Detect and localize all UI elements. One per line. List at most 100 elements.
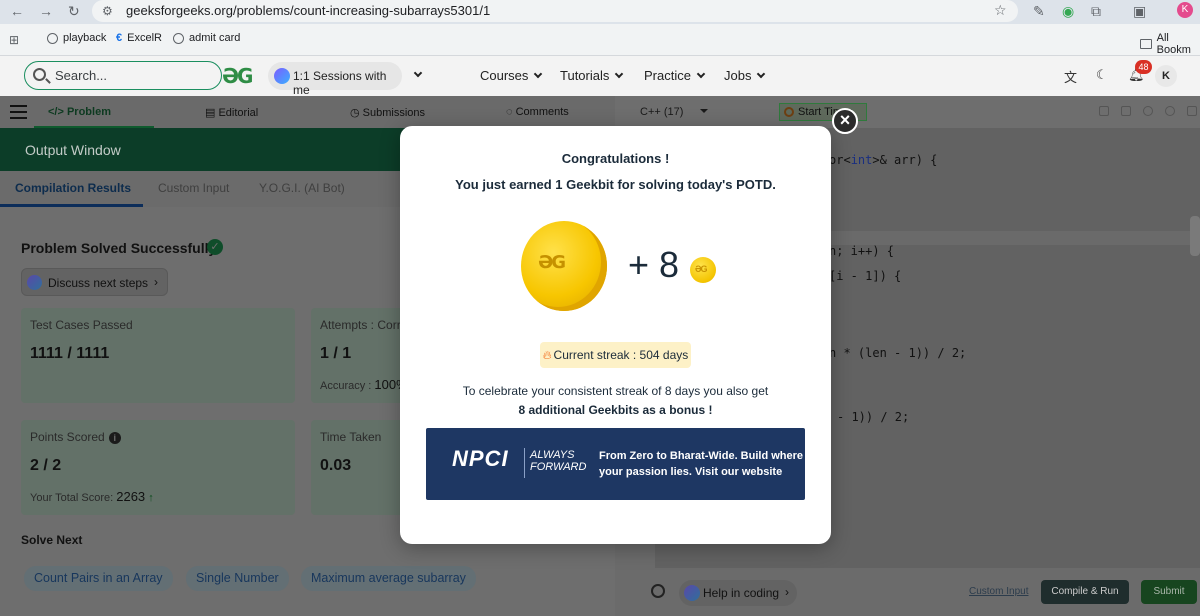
site-settings-icon[interactable]: ⚙ <box>102 4 113 18</box>
bookmark-playback[interactable]: playback <box>47 32 106 44</box>
submit-button[interactable]: Submit <box>1141 580 1197 604</box>
menu-icon[interactable] <box>10 105 27 119</box>
editor-bottom-bar: Help in coding › Custom Input Compile & … <box>615 568 1200 616</box>
streak-badge: 🔥︎ Current streak : 504 days <box>540 342 691 368</box>
solve-next-chip[interactable]: Maximum average subarray <box>301 566 476 591</box>
npci-ad-banner[interactable]: NPCI ALWAYS FORWARD From Zero to Bharat-W… <box>426 428 805 500</box>
solve-next-chip[interactable]: Single Number <box>186 566 289 591</box>
test-cases-card: Test Cases Passed 1111 / 1111 <box>21 308 295 403</box>
lightbulb-icon[interactable] <box>651 584 665 598</box>
sessions-button[interactable]: 1:1 Sessions with me <box>268 62 402 97</box>
stat-label: Attempts : Corr <box>320 318 401 332</box>
solve-next-chip[interactable]: Count Pairs in an Array <box>24 566 173 591</box>
check-circle-icon: ✓ <box>207 239 223 255</box>
eyedropper-icon[interactable]: ✎ <box>1033 4 1045 18</box>
tab-search-icon[interactable]: ▣ <box>1133 4 1146 18</box>
notification-badge: 48 <box>1135 60 1152 74</box>
arrow-up-icon: ↑ <box>148 492 154 504</box>
geekbit-plus-value: + 8 <box>628 244 680 285</box>
bonus-text: 8 additional Geekbits as a bonus ! <box>518 403 713 417</box>
chevron-down-icon <box>696 69 706 79</box>
modal-earned-text: You just earned 1 Geekbit for solving to… <box>455 177 776 192</box>
address-bar[interactable]: ⚙ geeksforgeeks.org/problems/count-incre… <box>92 0 1018 22</box>
apps-grid-icon[interactable]: ⊞ <box>9 33 19 47</box>
streak-text: Current streak : 504 days <box>553 348 689 362</box>
extension-icon[interactable]: ◉ <box>1062 4 1074 18</box>
total-score-line: Your Total Score: 2263 ↑ <box>30 489 154 504</box>
code-line: n; i++) { <box>829 244 895 258</box>
tab-problem[interactable]: </> Problem <box>48 106 111 118</box>
all-bookmarks[interactable]: All Bookm <box>1140 32 1200 56</box>
back-arrow-icon[interactable]: ← <box>10 4 24 18</box>
accuracy-line: Accuracy : 100% <box>320 377 408 392</box>
custom-input-link[interactable]: Custom Input <box>969 586 1028 597</box>
language-select[interactable]: C++ (17) <box>640 106 683 118</box>
nav-courses[interactable]: Courses <box>480 68 543 83</box>
copy-icon[interactable] <box>1099 106 1109 116</box>
user-avatar[interactable]: K <box>1155 65 1177 87</box>
folder-icon <box>1140 39 1152 49</box>
sessions-label: 1:1 Sessions with me <box>293 69 387 97</box>
profile-avatar[interactable]: K <box>1177 2 1193 18</box>
chevron-down-icon <box>615 69 624 79</box>
nav-jobs[interactable]: Jobs <box>724 68 766 83</box>
stat-value: 2 / 2 <box>30 457 62 474</box>
sessions-avatar <box>274 68 290 84</box>
chevron-down-icon <box>534 69 543 79</box>
extensions-puzzle-icon[interactable]: ⧉ <box>1091 4 1101 18</box>
excelr-icon: € <box>116 32 123 44</box>
output-window-title: Output Window <box>25 142 121 158</box>
nav-tutorials[interactable]: Tutorials <box>560 68 624 83</box>
nav-practice[interactable]: Practice <box>644 68 706 83</box>
npci-tagline: ALWAYS FORWARD <box>530 449 587 473</box>
reload-icon[interactable]: ↻ <box>68 4 80 18</box>
modal-heading: Congratulations ! <box>561 151 670 166</box>
file-icon[interactable] <box>1121 106 1131 116</box>
chevron-right-icon: › <box>154 275 158 289</box>
tab-compilation-results[interactable]: Compilation Results <box>15 181 131 195</box>
compile-run-button[interactable]: Compile & Run <box>1041 580 1129 604</box>
chevron-right-icon: › <box>785 585 789 599</box>
reset-icon[interactable] <box>1165 106 1175 116</box>
site-header: Search... ƏG 1:1 Sessions with me Course… <box>0 56 1200 97</box>
tab-submissions[interactable]: ◷ Submissions <box>350 106 425 119</box>
info-icon[interactable]: i <box>108 431 121 444</box>
close-icon[interactable]: × <box>832 108 858 134</box>
celebrate-text: To celebrate your consistent streak of 8… <box>462 384 769 398</box>
solved-title: Problem Solved Successfully <box>21 240 217 256</box>
stat-value: 0.03 <box>320 457 352 474</box>
tab-editorial[interactable]: ▤ Editorial <box>205 106 258 119</box>
forward-arrow-icon[interactable]: → <box>39 4 53 18</box>
bookmark-label: admit card <box>189 32 241 44</box>
code-line: - 1)) / 2; <box>837 410 910 424</box>
editor-scrollbar[interactable] <box>1190 216 1200 256</box>
settings-icon[interactable] <box>1143 106 1153 116</box>
dark-mode-icon[interactable]: ☾ <box>1096 67 1108 83</box>
help-in-coding-button[interactable]: Help in coding › <box>679 580 797 606</box>
browser-toolbar: ← → ↻ ⚙ geeksforgeeks.org/problems/count… <box>0 0 1200 24</box>
help-label: Help in coding <box>703 586 780 600</box>
bookmark-excelr[interactable]: € ExcelR <box>116 32 162 44</box>
all-bookmarks-label: All Bookm <box>1156 32 1191 56</box>
problem-tab-bar: </> Problem ▤ Editorial ◷ Submissions ◌ … <box>0 96 615 128</box>
globe-icon <box>173 32 184 44</box>
stat-value: 1 / 1 <box>320 345 352 362</box>
bookmark-star-icon[interactable]: ☆ <box>994 3 1007 17</box>
gfg-logo[interactable]: ƏG <box>222 64 253 88</box>
small-coin-icon: ƏG <box>690 257 716 283</box>
code-line: or<int>& arr) { <box>829 153 938 167</box>
chevron-down-icon <box>757 69 766 79</box>
points-card: Points Scored i 2 / 2 Your Total Score: 2… <box>21 420 295 515</box>
banner-divider <box>524 448 525 478</box>
tab-comments[interactable]: ◌ Comments <box>506 106 569 118</box>
search-input[interactable]: Search... <box>24 61 222 90</box>
bookmark-admit-card[interactable]: admit card <box>173 32 240 44</box>
bookmark-label: ExcelR <box>127 32 162 44</box>
tab-yogi-bot[interactable]: Y.O.G.I. (AI Bot) <box>259 181 345 195</box>
discuss-next-steps-button[interactable]: Discuss next steps › <box>21 268 168 296</box>
fullscreen-icon[interactable] <box>1187 106 1197 116</box>
tab-custom-input[interactable]: Custom Input <box>158 181 229 195</box>
chevron-down-icon[interactable] <box>413 68 423 78</box>
chevron-down-icon <box>700 109 708 113</box>
translate-icon[interactable]: 文 <box>1064 67 1077 86</box>
